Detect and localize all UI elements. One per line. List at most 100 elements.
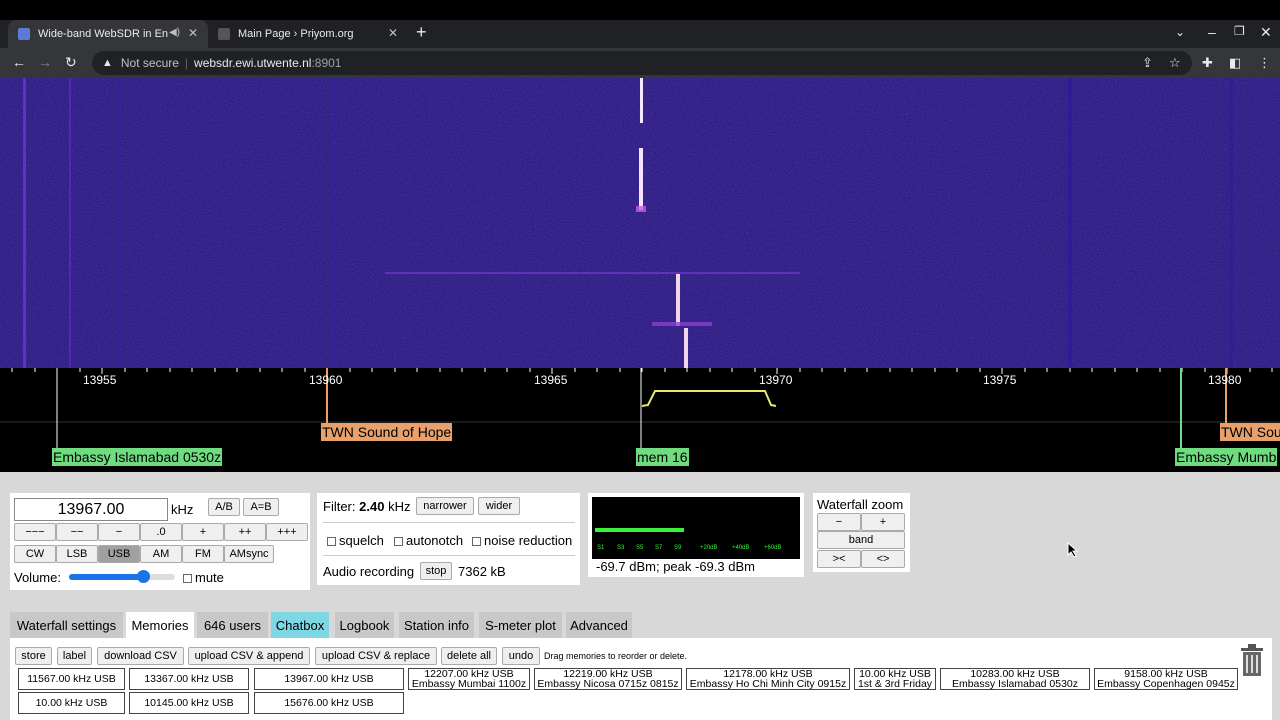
tab-station-info[interactable]: Station info (399, 612, 474, 638)
filter-label: Filter: (323, 499, 356, 514)
close-window-icon[interactable]: ✕ (1260, 24, 1272, 41)
mode-fm-button[interactable]: FM (182, 545, 224, 563)
memory-item[interactable]: 10283.00 kHz USB Embassy Islamabad 0530z (940, 668, 1090, 690)
tick-label: 13975 (983, 373, 1017, 387)
checkbox-box[interactable] (394, 537, 403, 547)
tab-search-chevron-icon[interactable]: ⌄ (1175, 25, 1185, 39)
waterfall-canvas[interactable] (0, 78, 1280, 368)
memory-frequency: 15676.00 kHz USB (284, 696, 374, 709)
memory-item[interactable]: 13367.00 kHz USB (129, 668, 249, 690)
extensions-puzzle-icon[interactable]: ✚ (1202, 55, 1213, 71)
reload-icon[interactable]: ↻ (65, 54, 77, 71)
step-up-medium-button[interactable]: ++ (224, 523, 266, 541)
tab-logbook[interactable]: Logbook (335, 612, 394, 638)
s-meter-display: S1 S3 S5 S7 S9 +20dB +40dB +60dB (592, 497, 800, 559)
memory-item[interactable]: 11567.00 kHz USB (18, 668, 125, 690)
passband-indicator (641, 390, 777, 407)
memory-item[interactable]: 10145.00 kHz USB (129, 692, 249, 714)
noise-reduction-checkbox[interactable]: noise reduction (472, 533, 572, 548)
back-arrow-icon[interactable]: ← (12, 54, 26, 70)
ab-button[interactable]: A/B (208, 498, 240, 516)
tab-memories[interactable]: Memories (126, 612, 194, 638)
divider (323, 522, 575, 523)
menu-kebab-icon[interactable]: ⋮ (1258, 55, 1271, 71)
tick-label: 13980 (1208, 373, 1242, 387)
browser-tab-websdr[interactable]: Wide-band WebSDR in Ensch ◀) ✕ (8, 20, 208, 48)
speaker-icon[interactable]: ◀) (169, 27, 180, 38)
minimize-window-icon[interactable]: – (1208, 24, 1216, 40)
waterfall-display[interactable] (0, 78, 1280, 368)
mode-usb-button[interactable]: USB (98, 545, 140, 563)
mute-checkbox[interactable]: mute (183, 570, 224, 585)
memory-item[interactable]: 12178.00 kHz USB Embassy Ho Chi Minh City… (686, 668, 850, 690)
restore-window-icon[interactable]: ❐ (1234, 24, 1245, 38)
checkbox-box[interactable] (327, 537, 336, 547)
zoom-in-button[interactable]: + (861, 513, 905, 531)
zoom-out-button[interactable]: − (817, 513, 861, 531)
tab-users[interactable]: 646 users (197, 612, 268, 638)
stop-recording-button[interactable]: stop (420, 562, 452, 580)
priyom-favicon-icon (218, 28, 230, 40)
close-tab-icon[interactable]: ✕ (188, 26, 198, 40)
side-panel-icon[interactable]: ◧ (1229, 55, 1241, 71)
share-icon[interactable]: ⇪ (1142, 55, 1153, 71)
mode-lsb-button[interactable]: LSB (56, 545, 98, 563)
store-button[interactable]: store (15, 647, 52, 665)
frequency-scale[interactable]: 13955 13960 13965 13970 13975 13980 TWN … (0, 368, 1280, 472)
download-csv-button[interactable]: download CSV (97, 647, 184, 665)
step-down-small-button[interactable]: − (98, 523, 140, 541)
step-down-large-button[interactable]: −−− (14, 523, 56, 541)
step-down-medium-button[interactable]: −− (56, 523, 98, 541)
label-button[interactable]: label (57, 647, 92, 665)
memory-item[interactable]: 12219.00 kHz USB Embassy Nicosa 0715z 081… (534, 668, 682, 690)
address-bar[interactable]: ▲ Not secure | websdr.ewi.utwente.nl :89… (92, 51, 1192, 75)
step-up-large-button[interactable]: +++ (266, 523, 308, 541)
checkbox-box[interactable] (472, 537, 481, 547)
mode-cw-button[interactable]: CW (14, 545, 56, 563)
station-label-embassy-mumbai[interactable]: Embassy Mumb (1175, 448, 1278, 466)
narrower-button[interactable]: narrower (416, 497, 474, 515)
memory-item[interactable]: 15676.00 kHz USB (254, 692, 404, 714)
upload-csv-append-button[interactable]: upload CSV & append (188, 647, 310, 665)
step-up-small-button[interactable]: + (182, 523, 224, 541)
station-label-embassy-islamabad[interactable]: Embassy Islamabad 0530z (52, 448, 223, 466)
forward-arrow-icon[interactable]: → (38, 54, 52, 70)
frequency-input[interactable]: 13967.00 (14, 498, 168, 521)
tab-waterfall-settings[interactable]: Waterfall settings (10, 612, 123, 638)
upload-csv-replace-button[interactable]: upload CSV & replace (315, 647, 437, 665)
trash-icon[interactable] (1238, 643, 1266, 677)
s-meter-scale-label: +60dB (764, 545, 782, 551)
memory-item[interactable]: 12207.00 kHz USB Embassy Mumbai 1100z (408, 668, 530, 690)
new-tab-button[interactable]: + (416, 22, 427, 43)
security-status[interactable]: Not secure (121, 56, 179, 70)
tab-s-meter-plot[interactable]: S-meter plot (479, 612, 562, 638)
mode-am-button[interactable]: AM (140, 545, 182, 563)
zoom-band-button[interactable]: band (817, 531, 905, 549)
zoom-wide-button[interactable]: <> (861, 550, 905, 568)
s-meter-scale-label: S9 (674, 545, 682, 551)
undo-button[interactable]: undo (502, 647, 540, 665)
tab-advanced[interactable]: Advanced (566, 612, 632, 638)
volume-slider-thumb[interactable] (137, 570, 151, 583)
mode-amsync-button[interactable]: AMsync (224, 545, 274, 563)
memory-item[interactable]: 13967.00 kHz USB (254, 668, 404, 690)
tab-chatbox[interactable]: Chatbox (271, 612, 329, 638)
squelch-checkbox[interactable]: squelch (327, 533, 384, 548)
bookmark-star-icon[interactable]: ☆ (1169, 55, 1181, 71)
station-label-mem-16[interactable]: mem 16 (636, 448, 689, 466)
autonotch-checkbox[interactable]: autonotch (394, 533, 463, 548)
close-tab-icon[interactable]: ✕ (388, 26, 398, 40)
station-label-twn-sound-of-hope-right[interactable]: TWN Sou (1220, 423, 1280, 441)
memory-item[interactable]: 10.00 kHz USB 1st & 3rd Friday (854, 668, 936, 690)
delete-all-button[interactable]: delete all (441, 647, 497, 665)
browser-tab-priyom[interactable]: Main Page › Priyom.org ✕ (208, 20, 408, 48)
memory-item[interactable]: 10.00 kHz USB (18, 692, 125, 714)
memory-item[interactable]: 9158.00 kHz USB Embassy Copenhagen 0945z (1094, 668, 1238, 690)
station-label-twn-sound-of-hope[interactable]: TWN Sound of Hope (321, 423, 453, 441)
wider-button[interactable]: wider (478, 497, 520, 515)
a-equals-b-button[interactable]: A=B (243, 498, 279, 516)
checkbox-box[interactable] (183, 574, 192, 584)
volume-slider[interactable] (69, 570, 175, 583)
zoom-narrow-button[interactable]: >< (817, 550, 861, 568)
round-frequency-button[interactable]: .0 (140, 523, 182, 541)
